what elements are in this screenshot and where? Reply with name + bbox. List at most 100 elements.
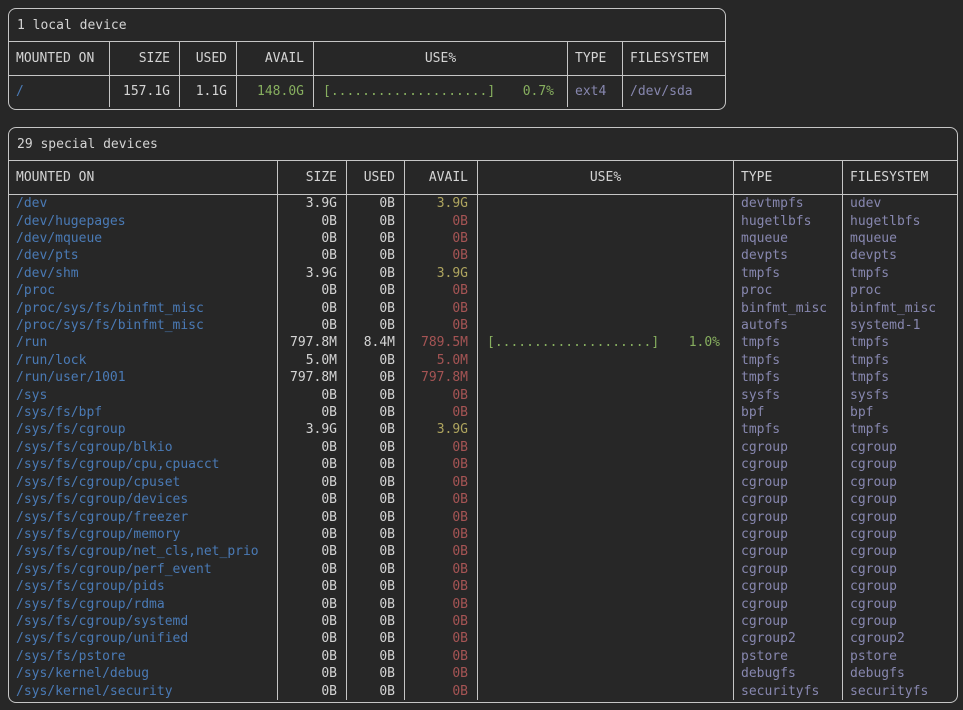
table-row: /sys/fs/cgroup/memory0B0B0Bcgroupcgroup: [9, 526, 957, 543]
avail-cell: 0B: [405, 613, 478, 630]
column-header-size: SIZE: [110, 42, 180, 75]
usage-cell: [478, 212, 734, 229]
table-row: /sys/fs/cgroup/cpu,cpuacct0B0B0Bcgroupcg…: [9, 456, 957, 473]
usage-bar: [....................]: [487, 335, 659, 350]
avail-cell: 0B: [405, 561, 478, 578]
usage-cell: [478, 474, 734, 491]
type-cell: tmpfs: [734, 369, 843, 386]
table-row: /157.1G1.1G148.0G[....................]0…: [9, 76, 725, 107]
filesystem-cell: devpts: [843, 247, 957, 264]
mount-cell: /proc: [9, 282, 278, 299]
table-row: /sys/fs/bpf0B0B0Bbpfbpf: [9, 404, 957, 421]
avail-cell: 0B: [405, 474, 478, 491]
filesystem-cell: cgroup: [843, 456, 957, 473]
used-cell: 0B: [347, 613, 405, 630]
usage-cell: [478, 491, 734, 508]
type-cell: hugetlbfs: [734, 212, 843, 229]
size-cell: 0B: [278, 212, 347, 229]
avail-cell: 0B: [405, 508, 478, 525]
mount-cell: /sys/fs/cgroup/cpuset: [9, 474, 278, 491]
used-cell: 0B: [347, 439, 405, 456]
column-header-mounted-on: MOUNTED ON: [9, 42, 110, 75]
filesystem-cell: tmpfs: [843, 334, 957, 351]
table-row: /run797.8M8.4M789.5M[...................…: [9, 334, 957, 351]
type-cell: tmpfs: [734, 352, 843, 369]
filesystem-cell: securityfs: [843, 682, 957, 699]
mount-cell: /run/lock: [9, 352, 278, 369]
used-cell: 0B: [347, 543, 405, 560]
avail-cell: 0B: [405, 595, 478, 612]
usage-cell: [478, 648, 734, 665]
mount-cell: /sys/fs/cgroup/rdma: [9, 595, 278, 612]
usage-cell: [....................]1.0%: [478, 334, 734, 351]
avail-cell: 0B: [405, 491, 478, 508]
table-row: /sys/fs/cgroup/cpuset0B0B0Bcgroupcgroup: [9, 474, 957, 491]
usage-cell: [478, 561, 734, 578]
mount-cell: /sys/fs/cgroup/net_cls,net_prio: [9, 543, 278, 560]
table-row: /run/lock5.0M0B5.0Mtmpfstmpfs: [9, 352, 957, 369]
used-cell: 0B: [347, 526, 405, 543]
filesystem-cell: tmpfs: [843, 352, 957, 369]
mount-cell: /run/user/1001: [9, 369, 278, 386]
avail-cell: 3.9G: [405, 265, 478, 282]
table-title: 1 local device: [9, 9, 725, 42]
used-cell: 0B: [347, 352, 405, 369]
mount-cell: /sys/fs/cgroup/systemd: [9, 613, 278, 630]
mount-cell: /run: [9, 334, 278, 351]
size-cell: 0B: [278, 543, 347, 560]
column-header-use-: USE%: [478, 161, 734, 194]
type-cell: proc: [734, 282, 843, 299]
mount-cell: /sys/fs/bpf: [9, 404, 278, 421]
filesystem-cell: sysfs: [843, 386, 957, 403]
mount-cell: /dev: [9, 195, 278, 212]
table-row: /dev/mqueue0B0B0Bmqueuemqueue: [9, 230, 957, 247]
mount-cell: /sys: [9, 386, 278, 403]
size-cell: 0B: [278, 386, 347, 403]
table-row: /sys/fs/cgroup/devices0B0B0Bcgroupcgroup: [9, 491, 957, 508]
filesystem-cell: bpf: [843, 404, 957, 421]
type-cell: sysfs: [734, 386, 843, 403]
avail-cell: 0B: [405, 648, 478, 665]
filesystem-cell: tmpfs: [843, 369, 957, 386]
type-cell: autofs: [734, 317, 843, 334]
size-cell: 0B: [278, 317, 347, 334]
filesystem-cell: cgroup: [843, 526, 957, 543]
type-cell: debugfs: [734, 665, 843, 682]
usage-cell: [478, 595, 734, 612]
column-header-filesystem: FILESYSTEM: [843, 161, 957, 194]
size-cell: 0B: [278, 247, 347, 264]
usage-cell: [478, 630, 734, 647]
used-cell: 0B: [347, 212, 405, 229]
avail-cell: 0B: [405, 282, 478, 299]
size-cell: 5.0M: [278, 352, 347, 369]
mount-cell: /sys/fs/cgroup/devices: [9, 491, 278, 508]
type-cell: devpts: [734, 247, 843, 264]
filesystem-cell: proc: [843, 282, 957, 299]
mount-cell: /: [9, 76, 110, 107]
type-cell: cgroup: [734, 595, 843, 612]
filesystem-cell: pstore: [843, 648, 957, 665]
used-cell: 0B: [347, 665, 405, 682]
type-cell: cgroup: [734, 543, 843, 560]
filesystem-cell: cgroup2: [843, 630, 957, 647]
type-cell: tmpfs: [734, 421, 843, 438]
mount-cell: /sys/kernel/debug: [9, 665, 278, 682]
avail-cell: 0B: [405, 404, 478, 421]
table-row: /sys/fs/cgroup/systemd0B0B0Bcgroupcgroup: [9, 613, 957, 630]
avail-cell: 0B: [405, 317, 478, 334]
avail-cell: 797.8M: [405, 369, 478, 386]
table-row: /proc0B0B0Bprocproc: [9, 282, 957, 299]
type-cell: cgroup2: [734, 630, 843, 647]
filesystem-cell: systemd-1: [843, 317, 957, 334]
usage-cell: [478, 247, 734, 264]
table-row: /sys/fs/pstore0B0B0Bpstorepstore: [9, 648, 957, 665]
avail-cell: 0B: [405, 386, 478, 403]
mount-cell: /sys/fs/cgroup/freezer: [9, 508, 278, 525]
type-cell: pstore: [734, 648, 843, 665]
column-header-used: USED: [347, 161, 405, 194]
avail-cell: 0B: [405, 299, 478, 316]
type-cell: cgroup: [734, 578, 843, 595]
table-row: /sys0B0B0Bsysfssysfs: [9, 386, 957, 403]
type-cell: binfmt_misc: [734, 299, 843, 316]
type-cell: cgroup: [734, 561, 843, 578]
